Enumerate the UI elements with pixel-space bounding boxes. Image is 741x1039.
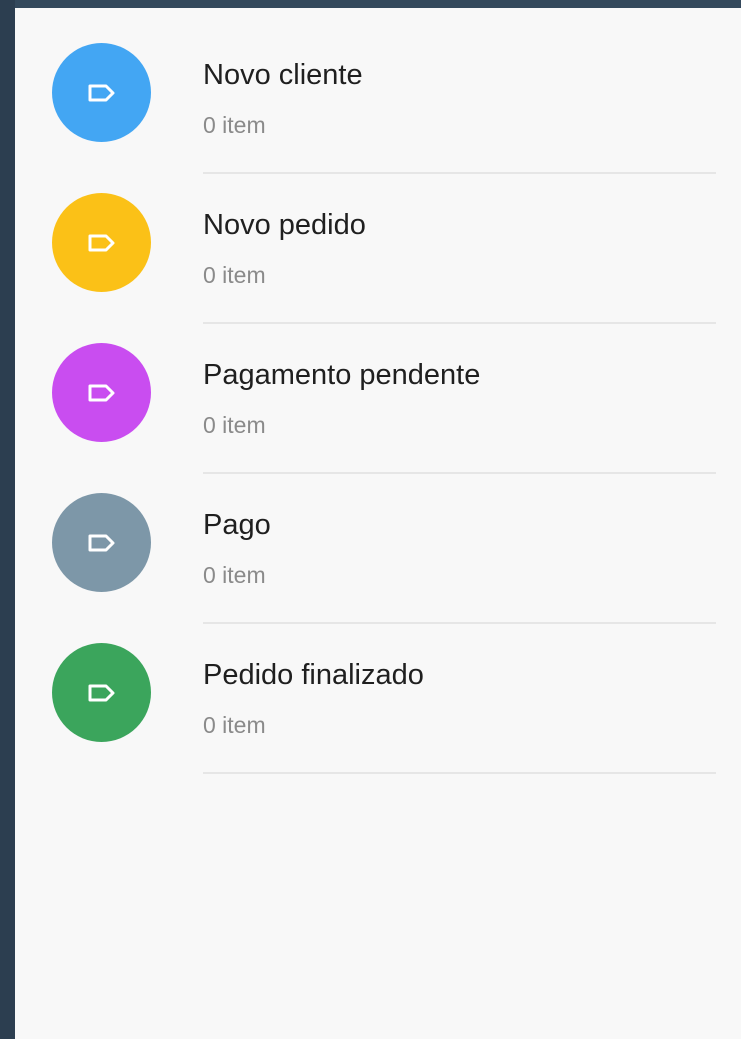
label-avatar bbox=[52, 343, 151, 442]
label-item-novo-cliente[interactable]: Novo cliente 0 item bbox=[15, 8, 741, 174]
left-edge bbox=[0, 0, 15, 1039]
label-avatar bbox=[52, 193, 151, 292]
label-title: Pedido finalizado bbox=[203, 659, 424, 691]
label-title: Novo cliente bbox=[203, 59, 363, 91]
label-item-pagamento-pendente[interactable]: Pagamento pendente 0 item bbox=[15, 308, 741, 474]
label-tag-icon bbox=[88, 534, 114, 551]
label-item-pago[interactable]: Pago 0 item bbox=[15, 458, 741, 624]
label-title: Novo pedido bbox=[203, 209, 366, 241]
label-item-pedido-finalizado[interactable]: Pedido finalizado 0 item bbox=[15, 608, 741, 774]
label-count: 0 item bbox=[203, 262, 266, 288]
label-tag-icon bbox=[88, 84, 114, 101]
label-tag-icon bbox=[88, 234, 114, 251]
label-tag-icon bbox=[88, 384, 114, 401]
label-item-novo-pedido[interactable]: Novo pedido 0 item bbox=[15, 158, 741, 324]
label-count: 0 item bbox=[203, 562, 266, 588]
label-count: 0 item bbox=[203, 112, 266, 138]
label-list: Novo cliente 0 item Novo pedido 0 item P… bbox=[15, 8, 741, 774]
label-title: Pagamento pendente bbox=[203, 359, 481, 391]
top-bar bbox=[0, 0, 741, 8]
screen: Novo cliente 0 item Novo pedido 0 item P… bbox=[0, 0, 741, 1039]
label-tag-icon bbox=[88, 684, 114, 701]
label-avatar bbox=[52, 493, 151, 592]
label-title: Pago bbox=[203, 509, 271, 541]
label-avatar bbox=[52, 643, 151, 742]
divider bbox=[203, 772, 716, 774]
label-count: 0 item bbox=[203, 712, 266, 738]
label-count: 0 item bbox=[203, 412, 266, 438]
label-avatar bbox=[52, 43, 151, 142]
labels-screen: Novo cliente 0 item Novo pedido 0 item P… bbox=[15, 8, 741, 1039]
